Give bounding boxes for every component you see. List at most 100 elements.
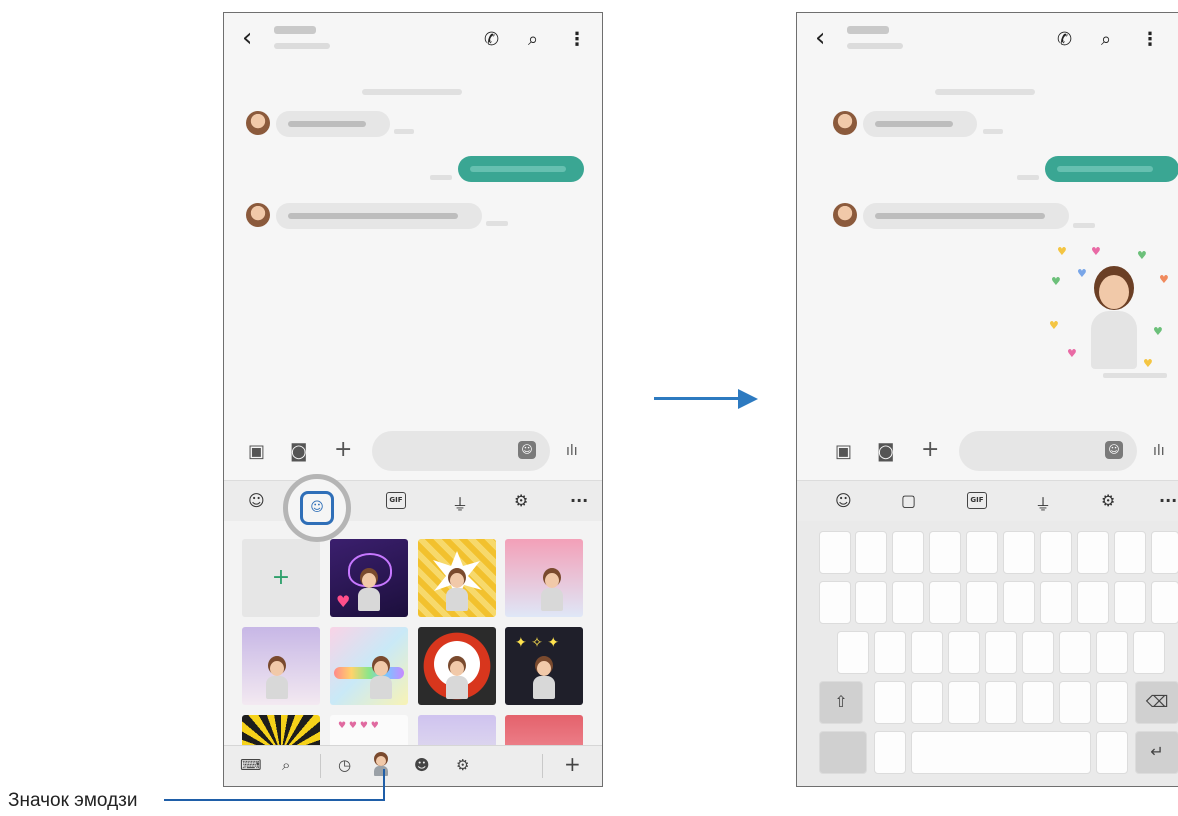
sticker-rainbow[interactable] (330, 627, 408, 705)
contact-number (274, 43, 330, 49)
sticker-love[interactable]: ♥ (330, 539, 408, 617)
key[interactable] (1077, 531, 1109, 574)
more-vertical-icon[interactable]: ⋮ (1141, 29, 1159, 50)
sticker-comic[interactable] (418, 627, 496, 705)
key[interactable] (1022, 681, 1054, 724)
key[interactable] (1077, 581, 1109, 624)
sticker-icon[interactable]: ☺ (518, 441, 536, 459)
key[interactable] (892, 531, 924, 574)
back-icon[interactable]: ‹ (815, 23, 825, 53)
shift-key[interactable]: ⇧ (819, 681, 863, 724)
key[interactable] (985, 631, 1017, 674)
key[interactable] (1114, 531, 1146, 574)
gear-icon[interactable]: ⚙ (514, 491, 528, 510)
message-input[interactable]: ☺ (959, 431, 1137, 471)
search-icon[interactable]: ⌕ (282, 756, 290, 774)
key[interactable] (929, 581, 961, 624)
enter-key[interactable]: ↵ (1135, 731, 1178, 774)
sticker-pop[interactable] (418, 539, 496, 617)
comma-key[interactable] (874, 731, 906, 774)
plus-icon[interactable]: + (564, 752, 581, 776)
plus-icon[interactable]: + (921, 437, 939, 462)
key[interactable] (855, 531, 887, 574)
received-bubble[interactable] (276, 203, 482, 229)
key[interactable] (874, 631, 906, 674)
key[interactable] (929, 531, 961, 574)
search-icon[interactable]: ⌕ (1101, 29, 1111, 50)
key[interactable] (1096, 631, 1128, 674)
key[interactable] (1114, 581, 1146, 624)
camera-icon[interactable]: ◙ (290, 441, 307, 462)
gif-button[interactable]: GIF (386, 492, 406, 509)
received-bubble[interactable] (863, 203, 1069, 229)
emoji-avatar-icon[interactable] (374, 756, 388, 780)
animal-sticker-icon[interactable]: ☻ (414, 756, 430, 774)
key[interactable] (1096, 681, 1128, 724)
more-horizontal-icon[interactable]: ··· (1159, 491, 1177, 510)
period-key[interactable] (1096, 731, 1128, 774)
key[interactable] (911, 631, 943, 674)
sticker-icon[interactable]: ☺ (1105, 441, 1123, 459)
phone-icon[interactable]: ✆ (1057, 29, 1072, 50)
more-vertical-icon[interactable]: ⋮ (568, 29, 586, 50)
gear-icon[interactable]: ⚙ (1101, 491, 1115, 510)
key[interactable] (911, 681, 943, 724)
key[interactable] (985, 681, 1017, 724)
key[interactable] (819, 531, 851, 574)
sticker-icon[interactable]: ▢ (901, 491, 916, 510)
key[interactable] (1059, 631, 1091, 674)
clock-icon[interactable]: ◷ (338, 756, 351, 774)
sticker-stars[interactable]: ✦ ✧ ✦ (505, 627, 583, 705)
microphone-icon[interactable]: ⏚ (1035, 491, 1051, 515)
key[interactable] (1059, 681, 1091, 724)
key[interactable] (966, 531, 998, 574)
key[interactable] (1040, 581, 1072, 624)
key[interactable] (1151, 531, 1178, 574)
backspace-key[interactable]: ⌫ (1135, 681, 1178, 724)
key[interactable] (855, 581, 887, 624)
sent-emoji-sticker[interactable]: ♥ ♥ ♥ ♥ ♥ ♥ ♥ ♥ ♥ ♥ (1047, 245, 1171, 378)
key[interactable] (948, 681, 980, 724)
emoji-icon[interactable]: ☺ (835, 491, 852, 510)
message-input[interactable]: ☺ (372, 431, 550, 471)
key[interactable] (1133, 631, 1165, 674)
key[interactable] (892, 581, 924, 624)
sticker-tab-highlight[interactable]: ☺ (283, 474, 351, 542)
image-icon[interactable]: ▣ (248, 441, 265, 462)
received-bubble[interactable] (863, 111, 977, 137)
key[interactable] (1022, 631, 1054, 674)
camera-icon[interactable]: ◙ (877, 441, 894, 462)
sticker-pastel[interactable] (242, 627, 320, 705)
back-icon[interactable]: ‹ (242, 23, 252, 53)
gif-button[interactable]: GIF (967, 492, 987, 509)
sticker-icon[interactable]: ☺ (300, 491, 334, 525)
add-sticker-tile[interactable]: + (242, 539, 320, 617)
key[interactable] (837, 631, 869, 674)
sticker-flowers[interactable] (505, 539, 583, 617)
key[interactable] (1003, 531, 1035, 574)
key[interactable] (874, 681, 906, 724)
symbols-key[interactable] (819, 731, 867, 774)
sent-bubble[interactable] (1045, 156, 1178, 182)
gear-icon[interactable]: ⚙ (456, 756, 469, 774)
microphone-icon[interactable]: ⏚ (452, 491, 468, 515)
key[interactable] (948, 631, 980, 674)
plus-icon[interactable]: + (334, 437, 352, 462)
voice-wave-icon[interactable]: ılı (566, 443, 578, 459)
message-time (983, 129, 1003, 134)
keyboard-icon[interactable]: ⌨ (240, 756, 262, 774)
voice-wave-icon[interactable]: ılı (1153, 443, 1165, 459)
search-icon[interactable]: ⌕ (528, 29, 538, 50)
sent-bubble[interactable] (458, 156, 584, 182)
key[interactable] (1003, 581, 1035, 624)
more-horizontal-icon[interactable]: ··· (570, 491, 588, 510)
key[interactable] (1040, 531, 1072, 574)
key[interactable] (966, 581, 998, 624)
received-bubble[interactable] (276, 111, 390, 137)
phone-icon[interactable]: ✆ (484, 29, 499, 50)
emoji-icon[interactable]: ☺ (248, 491, 265, 510)
space-key[interactable] (911, 731, 1091, 774)
key[interactable] (1151, 581, 1178, 624)
image-icon[interactable]: ▣ (835, 441, 852, 462)
key[interactable] (819, 581, 851, 624)
